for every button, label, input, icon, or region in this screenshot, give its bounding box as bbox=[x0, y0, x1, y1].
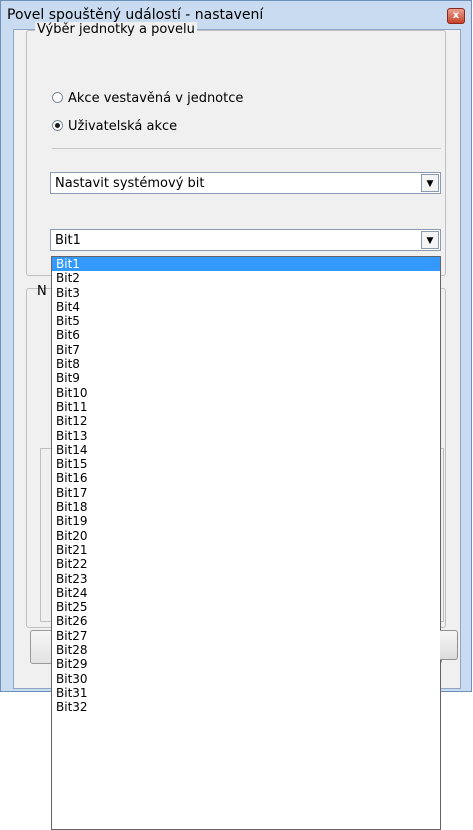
window-title: Povel spouštěný událostí - nastavení bbox=[7, 7, 264, 23]
group-legend: Výběr jednotky a povelu bbox=[35, 22, 197, 37]
radio-icon[interactable] bbox=[52, 92, 63, 103]
bit-option[interactable]: Bit9 bbox=[52, 371, 440, 385]
separator-line bbox=[52, 148, 441, 149]
bit-option[interactable]: Bit10 bbox=[52, 386, 440, 400]
bit-option[interactable]: Bit1 bbox=[52, 257, 440, 272]
bit-option[interactable]: Bit32 bbox=[52, 700, 440, 714]
bit-option[interactable]: Bit11 bbox=[52, 400, 440, 414]
bit-option[interactable]: Bit20 bbox=[52, 529, 440, 543]
bit-option[interactable]: Bit24 bbox=[52, 586, 440, 600]
bit-option[interactable]: Bit3 bbox=[52, 286, 440, 300]
bit-option[interactable]: Bit30 bbox=[52, 672, 440, 686]
dropdown-arrow-icon[interactable]: ▼ bbox=[421, 174, 439, 192]
bit-option[interactable]: Bit19 bbox=[52, 514, 440, 528]
bit-select[interactable]: Bit1 ▼ bbox=[50, 229, 441, 251]
bit-option[interactable]: Bit5 bbox=[52, 314, 440, 328]
bit-option[interactable]: Bit4 bbox=[52, 300, 440, 314]
bit-option[interactable]: Bit7 bbox=[52, 343, 440, 357]
second-group-legend-partial: N bbox=[37, 284, 47, 299]
action-select-value: Nastavit systémový bit bbox=[55, 176, 205, 191]
radio-builtin-action[interactable]: Akce vestavěná v jednotce bbox=[52, 91, 243, 106]
close-button[interactable]: x bbox=[447, 8, 465, 24]
bit-option[interactable]: Bit29 bbox=[52, 657, 440, 671]
action-select[interactable]: Nastavit systémový bit ▼ bbox=[50, 172, 441, 194]
bit-option[interactable]: Bit25 bbox=[52, 600, 440, 614]
bit-dropdown-list[interactable]: Bit1 Bit2 Bit3 Bit4 Bit5 Bit6 Bit7 Bit8 Bit9 Bit1… bbox=[51, 256, 441, 830]
bit-option[interactable]: Bit31 bbox=[52, 686, 440, 700]
bit-option[interactable]: Bit23 bbox=[52, 572, 440, 586]
bit-option[interactable]: Bit22 bbox=[52, 557, 440, 571]
bit-option[interactable]: Bit12 bbox=[52, 414, 440, 428]
bit-option[interactable]: Bit13 bbox=[52, 429, 440, 443]
screen: Povel spouštěný událostí - nastavení x V… bbox=[0, 0, 473, 830]
bit-option[interactable]: Bit16 bbox=[52, 471, 440, 485]
radio-label: Akce vestavěná v jednotce bbox=[68, 91, 244, 106]
bit-option[interactable]: Bit18 bbox=[52, 500, 440, 514]
bit-option[interactable]: Bit21 bbox=[52, 543, 440, 557]
bit-select-value: Bit1 bbox=[55, 233, 81, 248]
close-icon: x bbox=[452, 10, 460, 21]
bit-option[interactable]: Bit8 bbox=[52, 357, 440, 371]
radio-checked-icon[interactable] bbox=[52, 120, 63, 131]
bit-option[interactable]: Bit26 bbox=[52, 614, 440, 628]
bit-option[interactable]: Bit27 bbox=[52, 629, 440, 643]
radio-label: Uživatelská akce bbox=[68, 119, 178, 134]
bit-option[interactable]: Bit28 bbox=[52, 643, 440, 657]
bit-option[interactable]: Bit14 bbox=[52, 443, 440, 457]
bit-option[interactable]: Bit6 bbox=[52, 328, 440, 342]
side-button-edge[interactable] bbox=[440, 630, 458, 660]
bit-option[interactable]: Bit17 bbox=[52, 486, 440, 500]
bit-option[interactable]: Bit15 bbox=[52, 457, 440, 471]
bit-option[interactable]: Bit2 bbox=[52, 271, 440, 285]
dropdown-arrow-icon[interactable]: ▼ bbox=[421, 231, 439, 249]
radio-user-action[interactable]: Uživatelská akce bbox=[52, 119, 177, 134]
